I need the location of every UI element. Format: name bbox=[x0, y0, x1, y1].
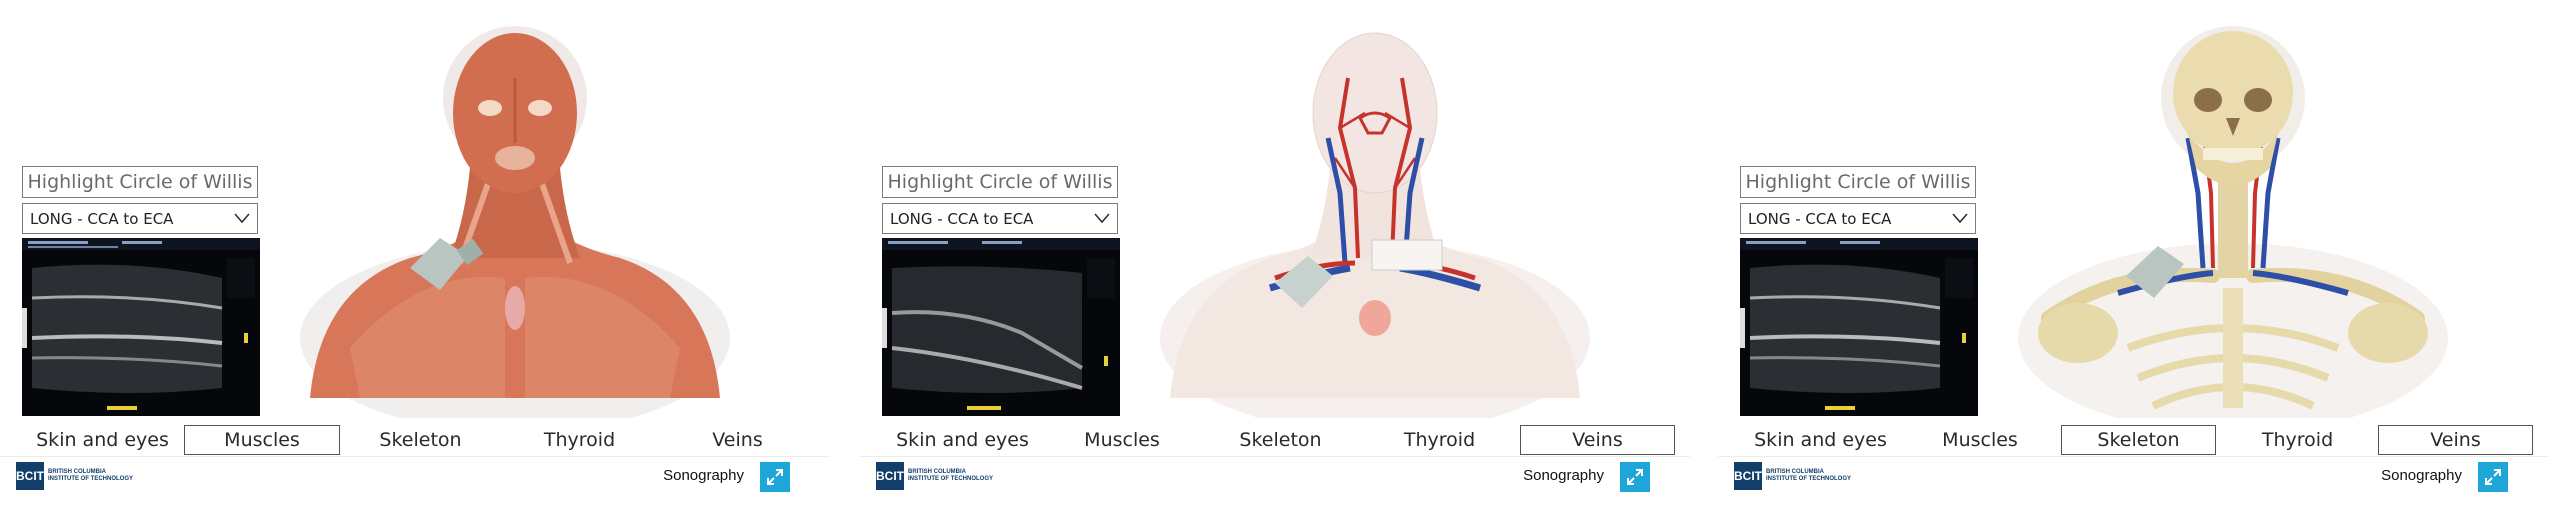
view-select-value: LONG - CCA to ECA bbox=[890, 209, 1034, 228]
view-select-value: LONG - CCA to ECA bbox=[30, 209, 174, 228]
footer-divider bbox=[1718, 456, 2548, 457]
tab-muscles[interactable]: Muscles bbox=[184, 425, 340, 455]
chevron-down-icon bbox=[1094, 213, 1110, 224]
viewer-panel-3: Highlight Circle of Willis LONG - CCA to… bbox=[1718, 0, 2548, 510]
highlight-circle-of-willis-button[interactable]: Highlight Circle of Willis bbox=[22, 166, 258, 198]
bcit-logo: BCIT BRITISH COLUMBIA INSTITUTE OF TECHNO… bbox=[16, 462, 133, 490]
tab-muscles[interactable]: Muscles bbox=[1044, 425, 1200, 455]
viewer-panel-2: Highlight Circle of Willis LONG - CCA to… bbox=[860, 0, 1690, 510]
tab-veins[interactable]: Veins bbox=[1520, 425, 1675, 455]
tab-thyroid[interactable]: Thyroid bbox=[502, 425, 657, 455]
anatomy-figure-muscles[interactable] bbox=[290, 18, 740, 433]
highlight-circle-of-willis-button[interactable]: Highlight Circle of Willis bbox=[882, 166, 1118, 198]
tab-thyroid[interactable]: Thyroid bbox=[2220, 425, 2375, 455]
expand-arrows-icon bbox=[767, 469, 783, 485]
view-select[interactable]: LONG - CCA to ECA bbox=[22, 203, 258, 234]
layer-tabs: Skin and eyes Muscles Skeleton Thyroid V… bbox=[860, 423, 1690, 459]
chevron-down-icon bbox=[234, 213, 250, 224]
viewer-panel-1: Highlight Circle of Willis LONG - CCA to… bbox=[0, 0, 830, 510]
tab-veins[interactable]: Veins bbox=[2378, 425, 2533, 455]
chevron-down-icon bbox=[1952, 213, 1968, 224]
tab-skin-and-eyes[interactable]: Skin and eyes bbox=[25, 425, 180, 455]
layer-tabs: Skin and eyes Muscles Skeleton Thyroid V… bbox=[0, 423, 830, 459]
bcit-logo: BCIT BRITISH COLUMBIA INSTITUTE OF TECHNO… bbox=[1734, 462, 1851, 490]
highlight-circle-of-willis-button[interactable]: Highlight Circle of Willis bbox=[1740, 166, 1976, 198]
tab-skin-and-eyes[interactable]: Skin and eyes bbox=[885, 425, 1040, 455]
fullscreen-button[interactable] bbox=[1620, 462, 1650, 492]
tab-veins[interactable]: Veins bbox=[660, 425, 815, 455]
ultrasound-image bbox=[1740, 238, 1978, 416]
view-select[interactable]: LONG - CCA to ECA bbox=[1740, 203, 1976, 234]
tab-skin-and-eyes[interactable]: Skin and eyes bbox=[1743, 425, 1898, 455]
anatomy-figure-vessels[interactable] bbox=[1150, 18, 1600, 433]
fullscreen-button[interactable] bbox=[760, 462, 790, 492]
ultrasound-image bbox=[882, 238, 1120, 416]
brand-label: Sonography bbox=[2381, 467, 2462, 484]
tab-skeleton[interactable]: Skeleton bbox=[343, 425, 498, 455]
tab-muscles[interactable]: Muscles bbox=[1902, 425, 2058, 455]
view-select[interactable]: LONG - CCA to ECA bbox=[882, 203, 1118, 234]
layer-tabs: Skin and eyes Muscles Skeleton Thyroid V… bbox=[1718, 423, 2548, 459]
tab-skeleton[interactable]: Skeleton bbox=[2061, 425, 2216, 455]
fullscreen-button[interactable] bbox=[2478, 462, 2508, 492]
anatomy-figure-skeleton[interactable] bbox=[2008, 18, 2458, 433]
expand-arrows-icon bbox=[2485, 469, 2501, 485]
tab-thyroid[interactable]: Thyroid bbox=[1362, 425, 1517, 455]
expand-arrows-icon bbox=[1627, 469, 1643, 485]
footer-divider bbox=[0, 456, 830, 457]
brand-label: Sonography bbox=[663, 467, 744, 484]
view-select-value: LONG - CCA to ECA bbox=[1748, 209, 1892, 228]
footer-divider bbox=[860, 456, 1690, 457]
tab-skeleton[interactable]: Skeleton bbox=[1203, 425, 1358, 455]
bcit-logo: BCIT BRITISH COLUMBIA INSTITUTE OF TECHNO… bbox=[876, 462, 993, 490]
ultrasound-image bbox=[22, 238, 260, 416]
brand-label: Sonography bbox=[1523, 467, 1604, 484]
